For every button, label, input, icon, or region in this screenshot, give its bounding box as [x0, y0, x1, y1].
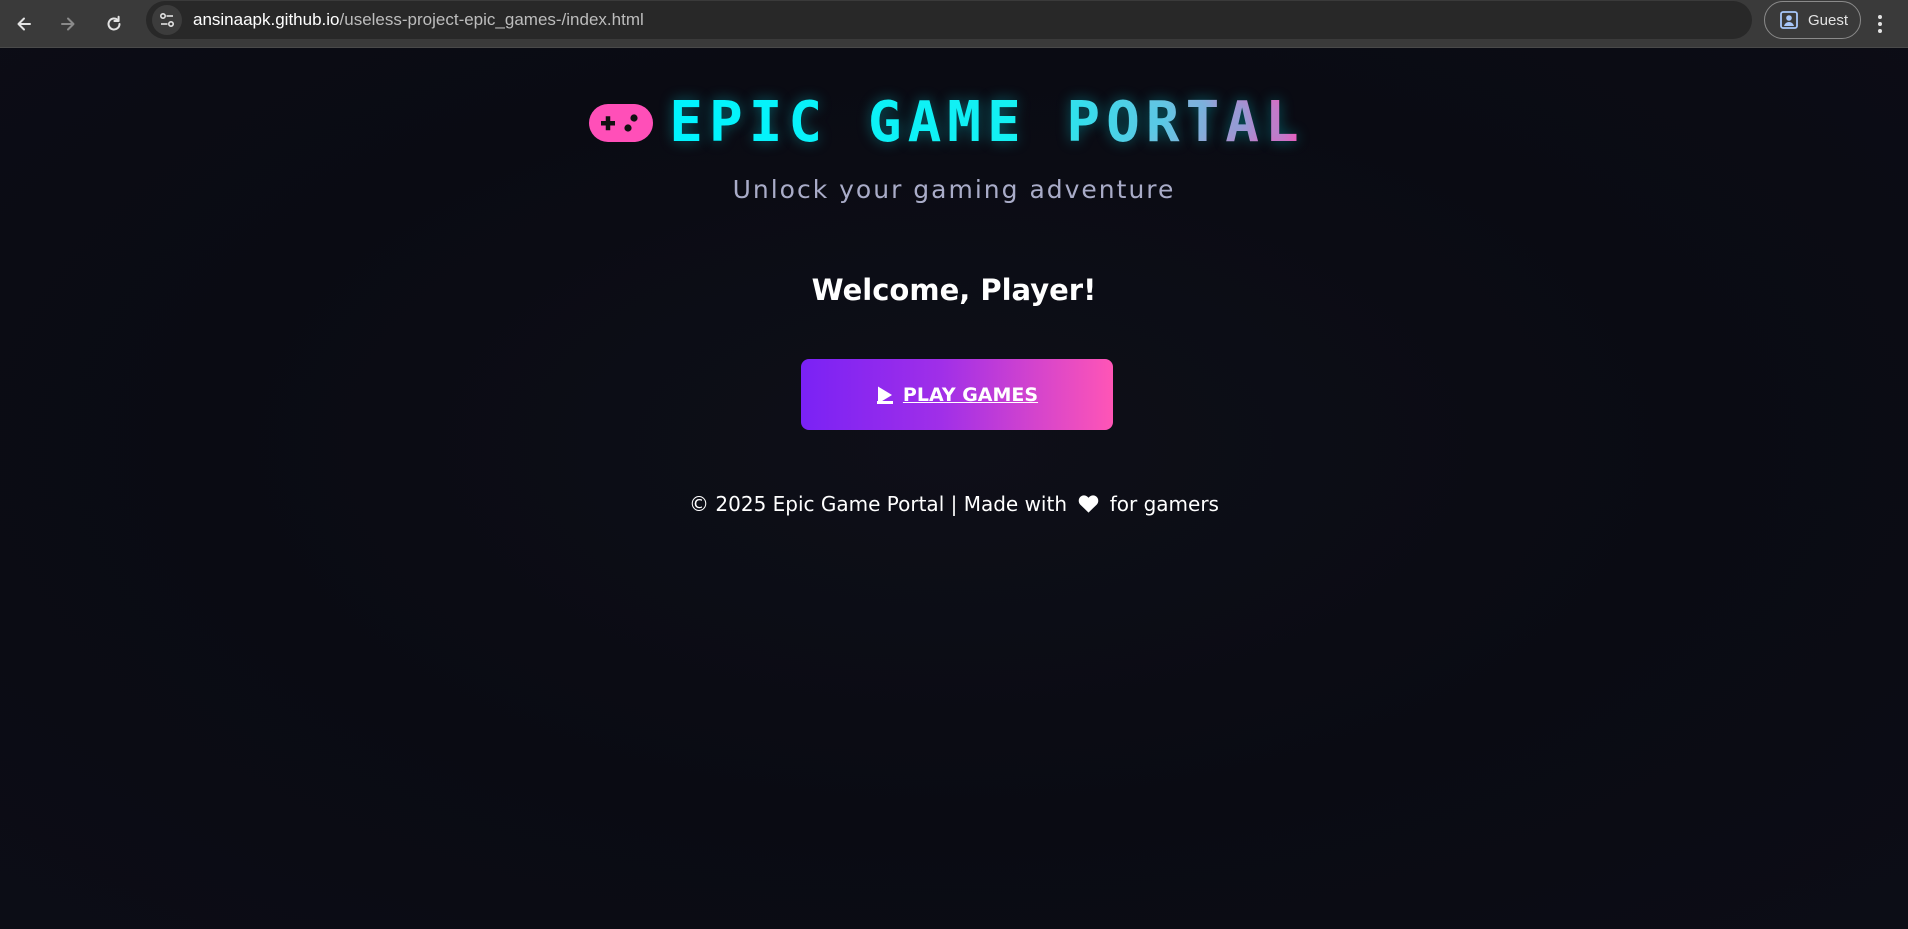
- gamepad-icon: [589, 104, 654, 142]
- header: EPIC GAME PORTAL: [0, 93, 1908, 153]
- heart-icon: [1079, 495, 1099, 513]
- profile-label: Guest: [1808, 11, 1849, 29]
- page-title: EPIC GAME PORTAL: [669, 90, 1305, 155]
- browser-toolbar: ansinaapk.github.io/useless-project-epic…: [0, 0, 1908, 48]
- arrow-left-icon: [17, 17, 31, 31]
- footer-text-after: for gamers: [1109, 492, 1219, 516]
- browser-menu-button[interactable]: [1862, 6, 1898, 42]
- url-path: /useless-project-epic_games-/index.html: [339, 10, 644, 29]
- address-bar[interactable]: ansinaapk.github.io/useless-project-epic…: [146, 1, 1752, 39]
- site-info-button[interactable]: [152, 5, 182, 35]
- reload-icon: [107, 15, 121, 31]
- more-vert-icon: [1878, 15, 1882, 33]
- profile-button[interactable]: Guest: [1764, 1, 1861, 39]
- person-icon: [1780, 11, 1798, 29]
- play-icon: [876, 386, 893, 404]
- back-button[interactable]: [6, 6, 42, 42]
- tune-icon: [159, 12, 175, 28]
- reload-button[interactable]: [96, 6, 132, 42]
- forward-button[interactable]: [50, 6, 86, 42]
- url-text[interactable]: ansinaapk.github.io/useless-project-epic…: [193, 1, 644, 39]
- page: EPIC GAME PORTAL Unlock your gaming adve…: [0, 49, 1908, 929]
- play-games-label: PLAY GAMES: [902, 383, 1039, 406]
- play-games-button[interactable]: PLAY GAMES: [801, 359, 1113, 430]
- welcome-heading: Welcome, Player!: [811, 273, 1097, 307]
- footer: © 2025 Epic Game Portal | Made with for …: [0, 492, 1908, 516]
- url-host: ansinaapk.github.io: [193, 10, 340, 29]
- page-subtitle: Unlock your gaming adventure: [732, 175, 1176, 204]
- arrow-right-icon: [61, 17, 75, 31]
- footer-text-before: © 2025 Epic Game Portal | Made with: [689, 492, 1067, 516]
